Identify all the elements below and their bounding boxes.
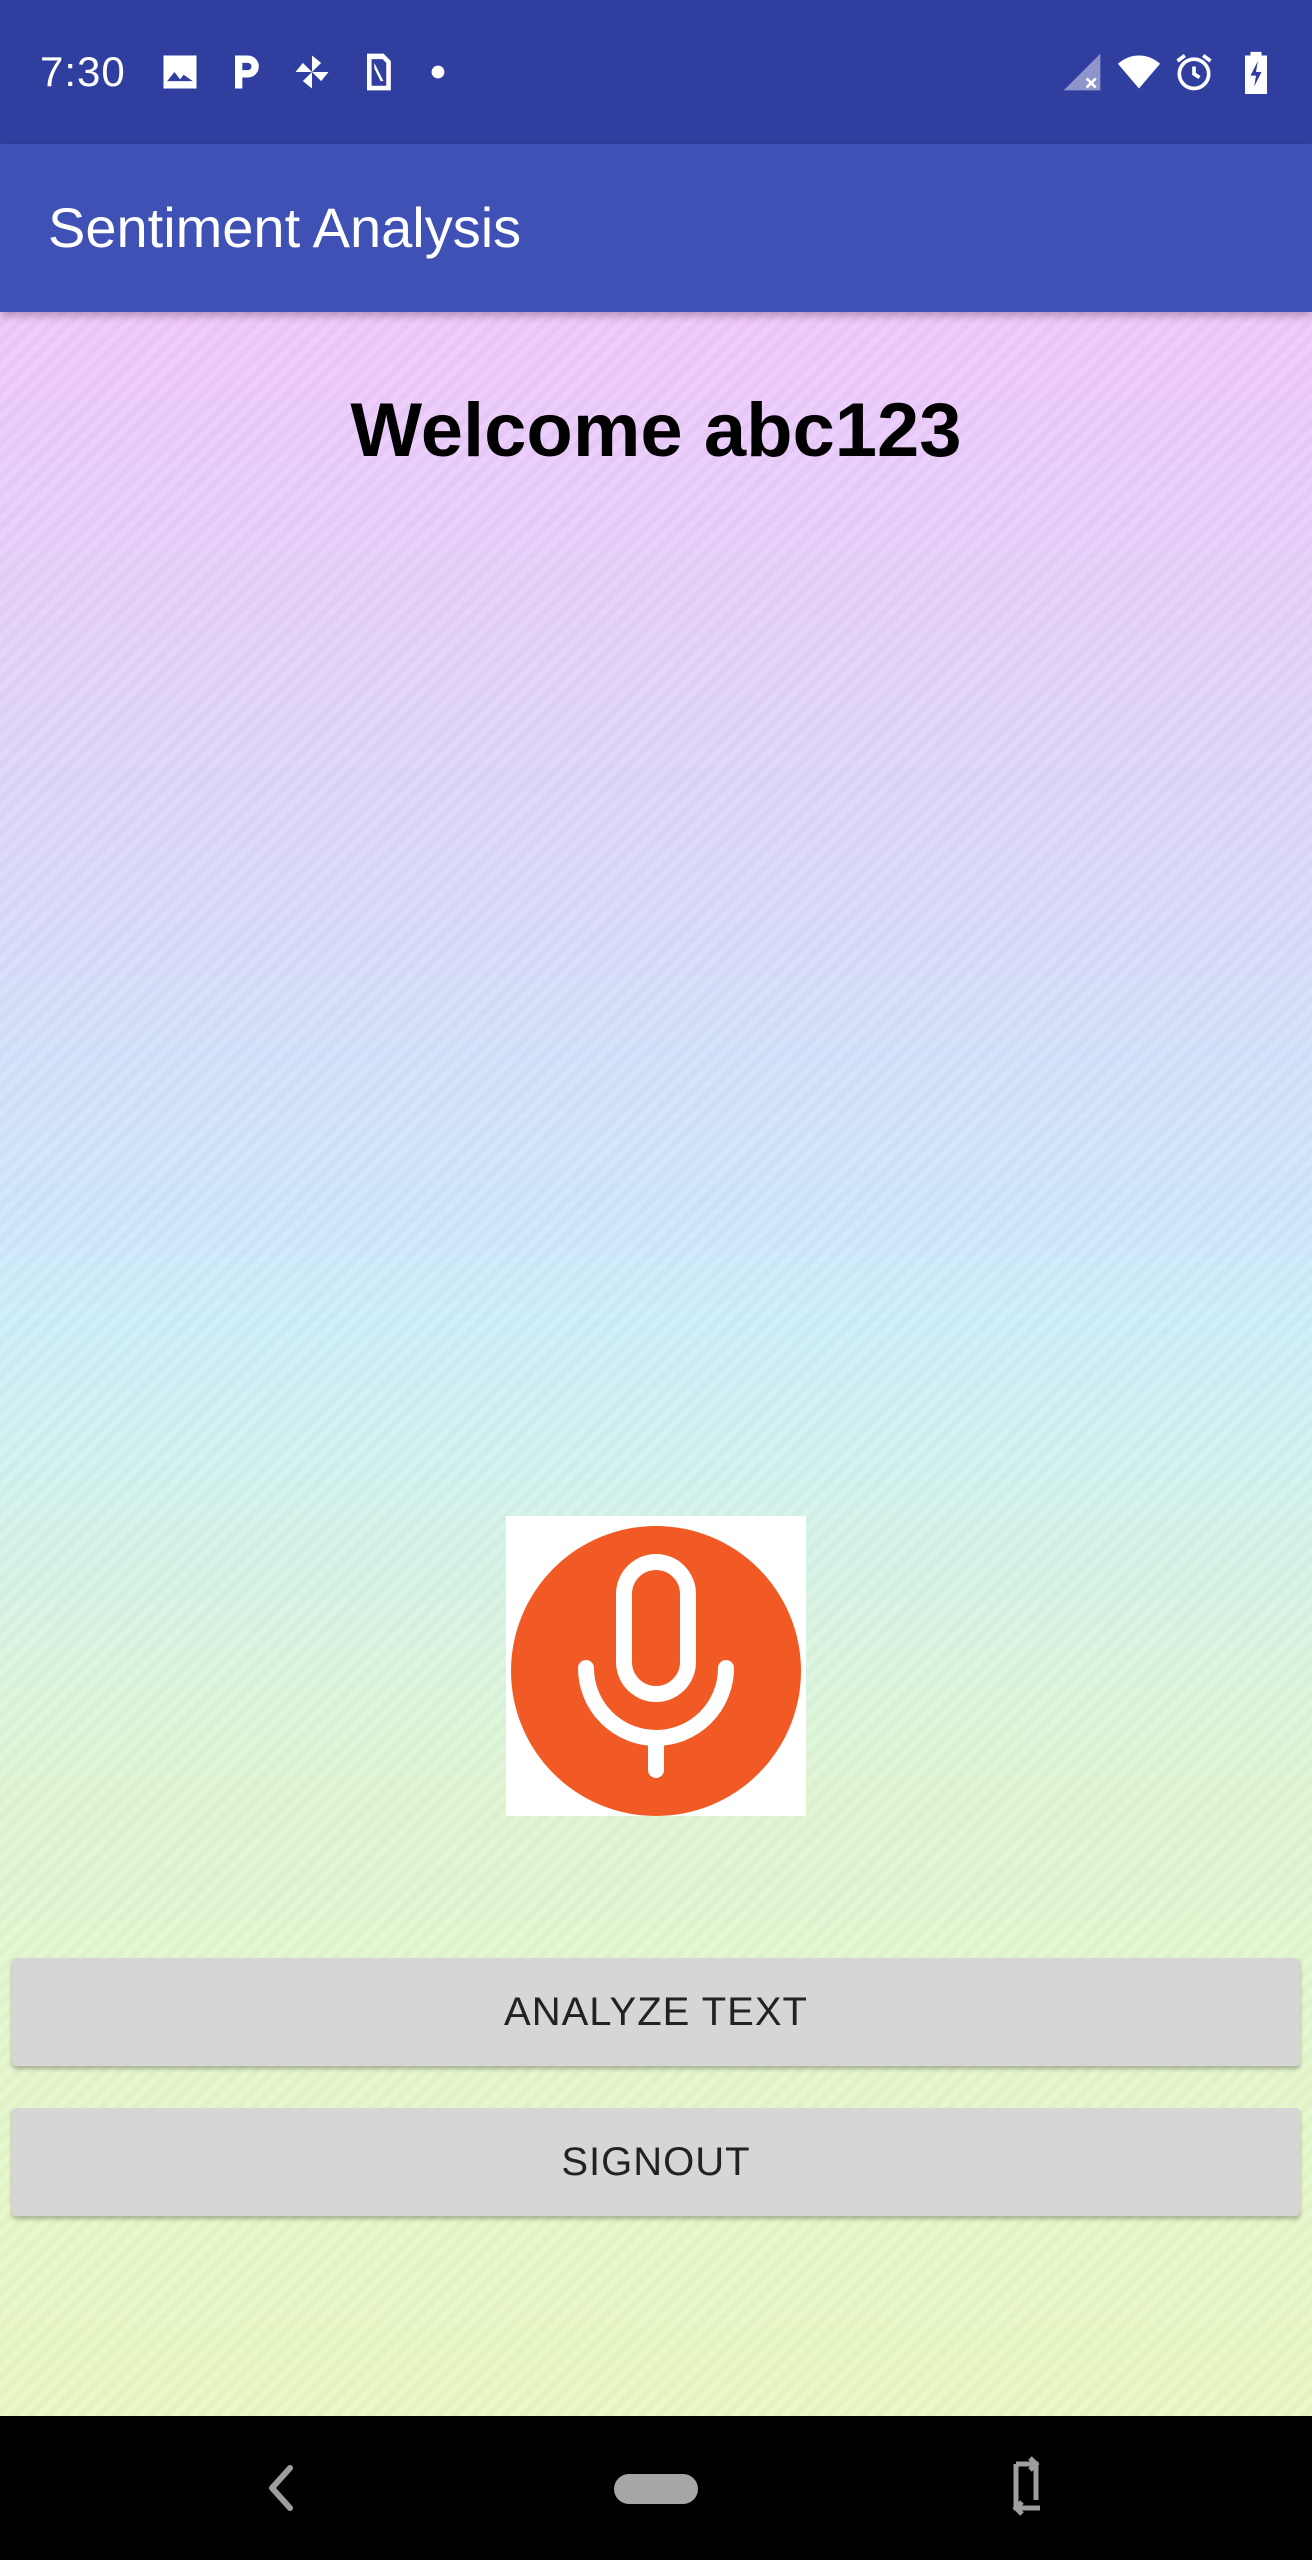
home-pill-icon[interactable]	[612, 2452, 700, 2524]
analyze-text-button[interactable]: ANALYZE TEXT	[12, 1958, 1300, 2066]
signal-no-sim-icon	[1060, 50, 1104, 94]
rotate-icon[interactable]	[1004, 2452, 1052, 2524]
microphone-icon	[511, 1526, 801, 1816]
sim-card-icon	[356, 50, 400, 94]
signout-button[interactable]: SIGNOUT	[12, 2108, 1300, 2216]
welcome-heading: Welcome abc123	[350, 388, 962, 473]
pinwheel-icon	[290, 50, 334, 94]
alarm-icon	[1172, 50, 1216, 94]
back-icon[interactable]	[262, 2452, 302, 2524]
wifi-icon	[1114, 50, 1164, 94]
app-screen: 7:30 Sentiment Analysis Welcome abc123 A…	[0, 0, 1312, 2560]
image-icon	[158, 50, 202, 94]
main-content: Welcome abc123 ANALYZE TEXT SIGNOUT	[0, 312, 1312, 2416]
dot-icon	[430, 64, 446, 80]
microphone-button[interactable]	[506, 1516, 806, 1816]
status-bar: 7:30	[0, 0, 1312, 144]
parking-icon	[224, 50, 268, 94]
app-title: Sentiment Analysis	[48, 196, 522, 259]
app-bar: Sentiment Analysis	[0, 144, 1312, 312]
status-time: 7:30	[40, 48, 126, 95]
navigation-bar	[0, 2416, 1312, 2560]
battery-charging-icon	[1238, 50, 1274, 94]
